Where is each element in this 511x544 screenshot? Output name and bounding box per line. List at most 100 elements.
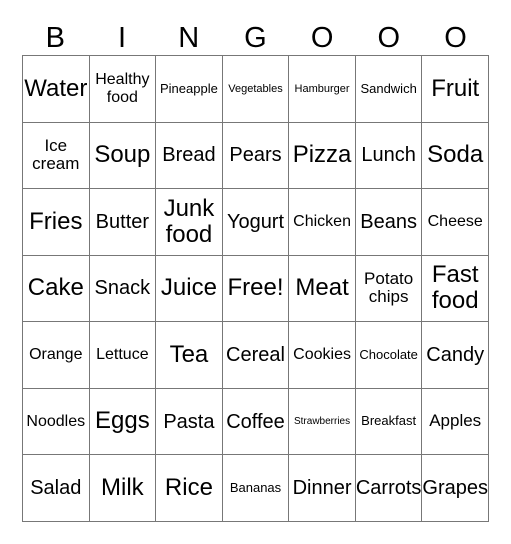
- bingo-cell: Apples: [422, 388, 489, 456]
- header-letter: I: [118, 22, 127, 54]
- bingo-cell: Cereal: [222, 322, 290, 389]
- bingo-cell: Cheese: [422, 189, 489, 256]
- bingo-cell: Bread: [156, 122, 223, 190]
- bingo-cell: Chocolate: [355, 322, 423, 389]
- cell-label: Sandwich: [360, 80, 417, 96]
- bingo-cell: Juice: [156, 255, 223, 323]
- cell-label: Snack: [94, 277, 151, 300]
- cell-label: Chicken: [293, 213, 351, 231]
- cell-label: Candy: [426, 344, 485, 367]
- cell-label: Beans: [360, 210, 417, 233]
- bingo-cell: Strawberries: [289, 388, 356, 456]
- bingo-cell: Cake: [23, 255, 90, 323]
- bingo-cell: Healthy food: [89, 56, 157, 123]
- cell-label: Apples: [429, 411, 482, 431]
- cell-label: Yogurt: [226, 210, 285, 233]
- bingo-cell: Milk: [89, 455, 157, 522]
- bingo-cell: Water: [23, 56, 90, 123]
- cell-label: Cake: [27, 274, 84, 302]
- bingo-cell: Pasta: [156, 388, 223, 456]
- cell-label: Pizza: [292, 141, 352, 169]
- header-letter: O: [444, 22, 467, 54]
- cell-label: Dinner: [292, 477, 352, 500]
- header-letter: O: [377, 22, 401, 54]
- bingo-cell: Eggs: [89, 388, 157, 456]
- bingo-cell: Grapes: [422, 455, 489, 522]
- cell-label: Milk: [101, 474, 144, 501]
- cell-label: Breakfast: [361, 413, 417, 429]
- cell-label: Vegetables: [228, 82, 283, 95]
- bingo-cell: Lettuce: [89, 322, 157, 389]
- cell-label: Pears: [229, 144, 282, 167]
- cell-label: Water: [24, 74, 88, 102]
- bingo-cell: Rice: [156, 455, 223, 522]
- bingo-cell: Soda: [422, 122, 489, 190]
- cell-label: Noodles: [26, 412, 86, 430]
- bingo-cell: Chicken: [289, 189, 356, 256]
- cell-label: Junk food: [163, 194, 215, 248]
- cell-label: Cereal: [226, 344, 285, 367]
- bingo-cell: Snack: [89, 255, 157, 323]
- cell-label: Grapes: [422, 477, 488, 500]
- bingo-cell: Potato chips: [355, 255, 423, 323]
- bingo-cell: Tea: [156, 322, 223, 389]
- bingo-cell: Pears: [222, 122, 290, 190]
- bingo-cell: Beans: [355, 189, 423, 256]
- cell-label: Orange: [29, 346, 83, 364]
- bingo-cell: Junk food: [156, 189, 223, 256]
- cell-label: Free!: [227, 274, 284, 302]
- bingo-cell: Coffee: [222, 388, 290, 456]
- bingo-cell: Bananas: [222, 455, 290, 522]
- cell-label: Cheese: [427, 213, 483, 231]
- bingo-cell: Pineapple: [156, 56, 223, 123]
- bingo-cell: Hamburger: [289, 56, 356, 123]
- bingo-cell: Free!: [222, 255, 290, 323]
- bingo-cell: Salad: [23, 455, 90, 522]
- bingo-cell: Ice cream: [23, 122, 90, 190]
- cell-label: Strawberries: [293, 416, 351, 428]
- bingo-cell: Vegetables: [222, 56, 290, 123]
- bingo-cell: Fruit: [422, 56, 489, 123]
- cell-label: Ice cream: [32, 135, 80, 174]
- cell-label: Bananas: [229, 480, 282, 496]
- cell-label: Meat: [295, 274, 349, 302]
- cell-label: Tea: [169, 340, 209, 368]
- cell-label: Coffee: [226, 410, 285, 433]
- bingo-cell: Dinner: [289, 455, 356, 522]
- header-letter: N: [178, 22, 200, 54]
- bingo-cell: Yogurt: [222, 189, 290, 256]
- bingo-cell: Candy: [422, 322, 489, 389]
- bingo-cell: Pizza: [289, 122, 356, 190]
- cell-label: Juice: [160, 274, 217, 302]
- bingo-header: BINGOOO: [22, 20, 489, 56]
- cell-label: Salad: [30, 477, 82, 500]
- cell-label: Soda: [427, 141, 484, 169]
- bingo-cell: Sandwich: [355, 56, 423, 123]
- cell-label: Hamburger: [294, 82, 350, 95]
- cell-label: Potato chips: [364, 268, 414, 307]
- bingo-cell: Fries: [23, 189, 90, 256]
- bingo-grid: Water Healthy food Pineapple Vegetables Hamb…: [22, 55, 489, 522]
- bingo-cell: Noodles: [23, 388, 90, 456]
- cell-label: Chocolate: [359, 346, 418, 362]
- cell-label: Rice: [164, 474, 213, 501]
- cell-label: Lunch: [361, 144, 416, 167]
- cell-label: Cookies: [293, 346, 351, 364]
- cell-label: Pineapple: [160, 80, 218, 96]
- bingo-cell: Orange: [23, 322, 90, 389]
- bingo-cell: Breakfast: [355, 388, 423, 456]
- cell-label: Soup: [94, 141, 151, 169]
- cell-label: Eggs: [95, 407, 150, 435]
- header-letter: O: [310, 22, 334, 54]
- cell-label: Lettuce: [96, 346, 149, 364]
- cell-label: Bread: [162, 144, 216, 167]
- bingo-cell: Fast food: [422, 255, 489, 323]
- cell-label: Carrots: [355, 477, 422, 500]
- header-letter: B: [45, 22, 66, 54]
- bingo-cell: Carrots: [355, 455, 423, 522]
- cell-label: Fries: [29, 207, 83, 235]
- cell-label: Fruit: [431, 74, 480, 102]
- cell-label: Pasta: [163, 410, 215, 433]
- bingo-cell: Soup: [89, 122, 157, 190]
- header-letter: G: [244, 22, 267, 54]
